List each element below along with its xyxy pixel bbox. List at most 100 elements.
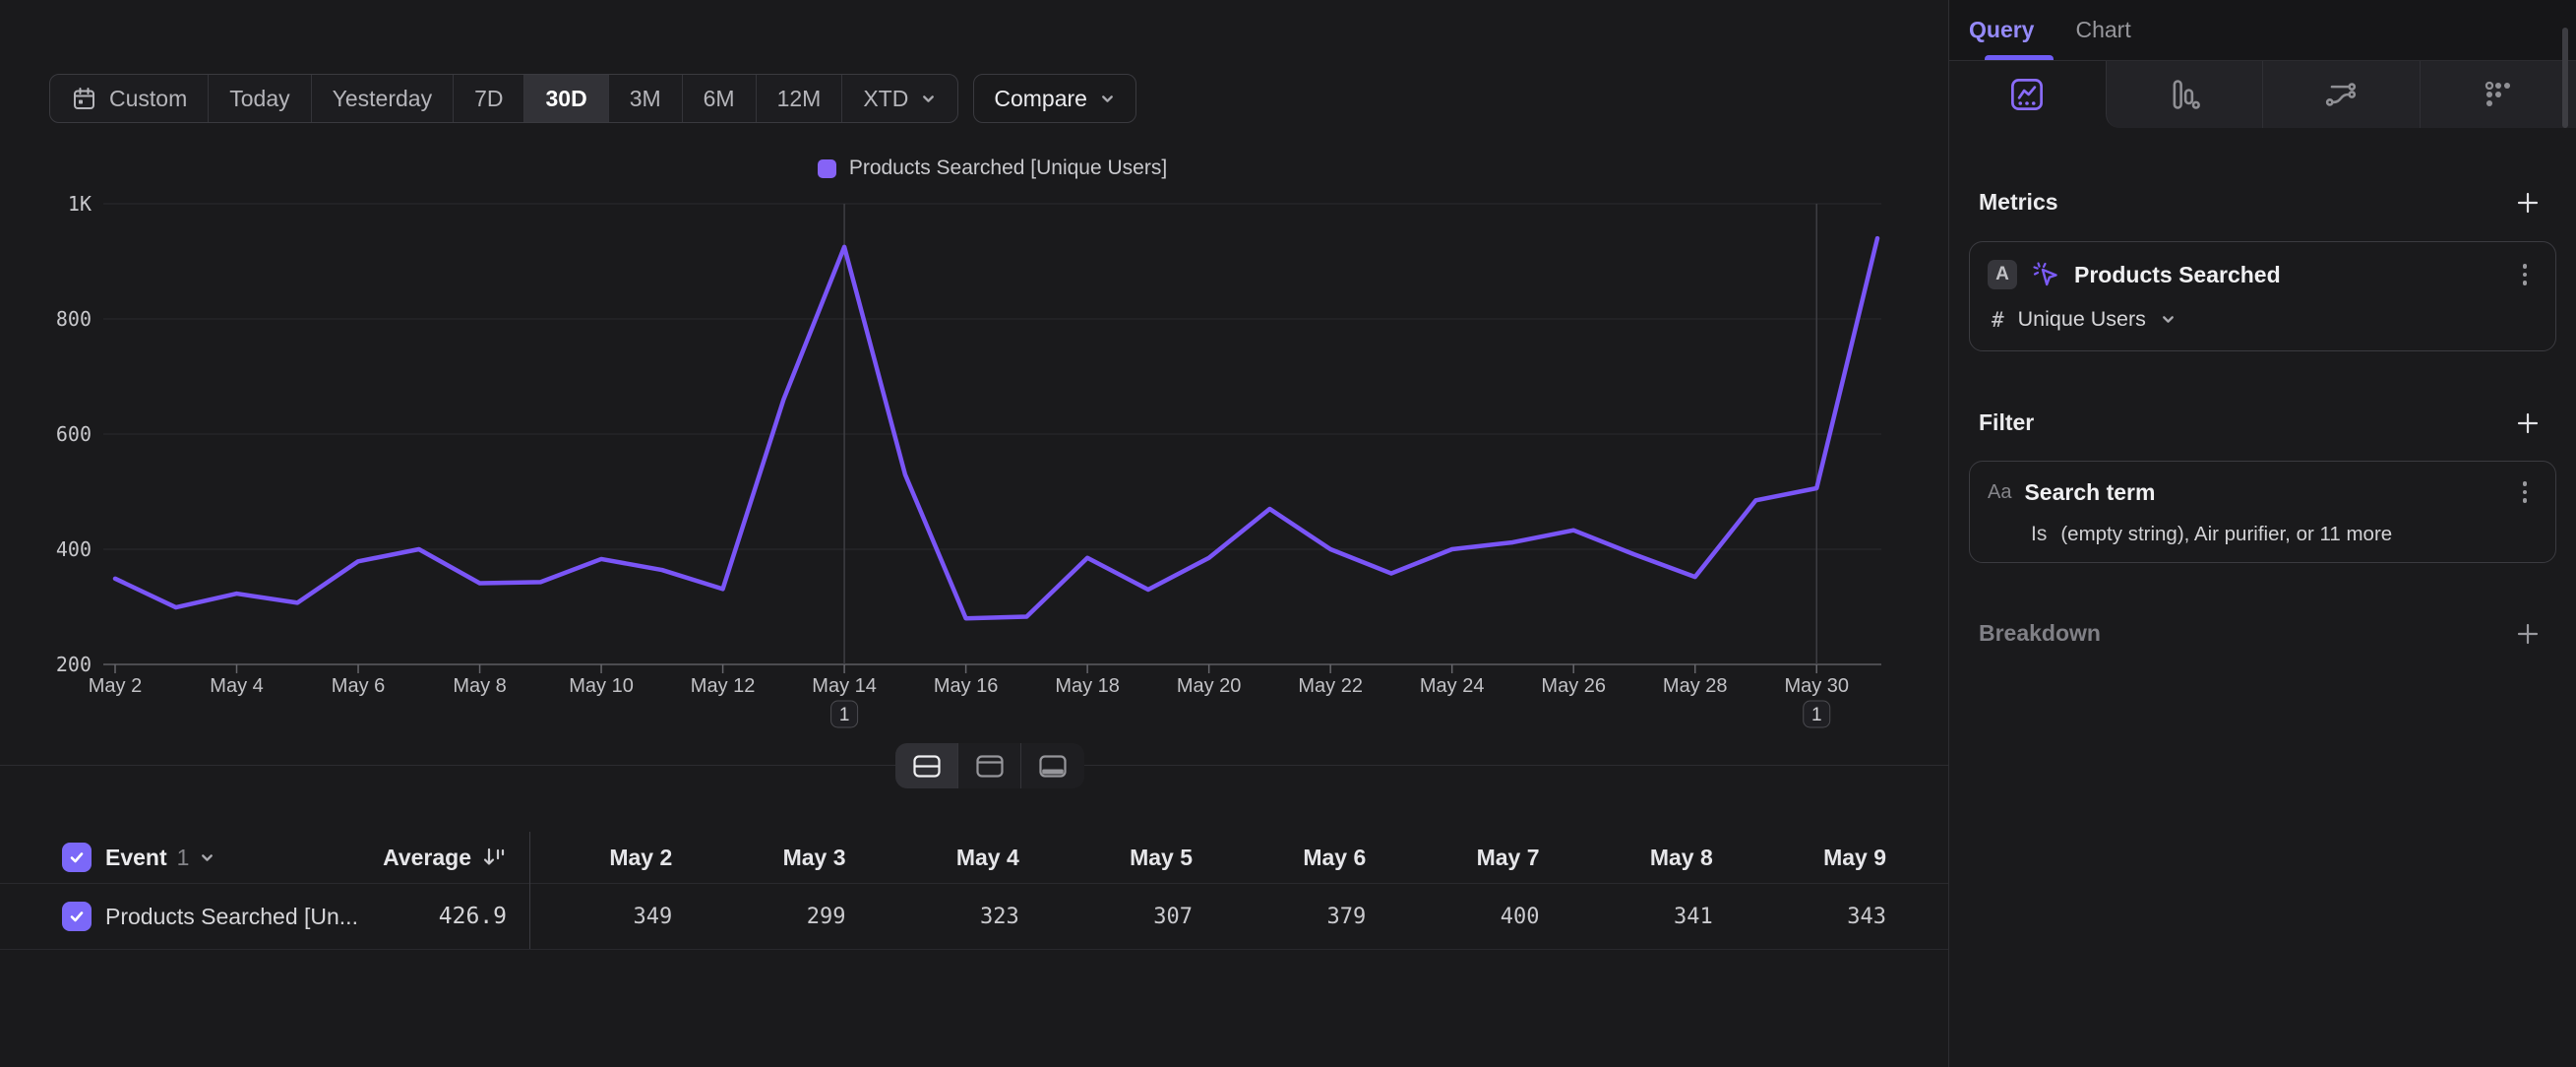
value-cell: 379 (1327, 905, 1367, 929)
layout-chart-only-button[interactable] (958, 743, 1021, 788)
date-column-header[interactable]: May 9 (1823, 845, 1886, 871)
breakdown-section-header: Breakdown (1979, 620, 2541, 647)
date-range-toolbar: Custom Today Yesterday 7D 30D 3M 6M12M XTD Comp… (49, 74, 1899, 123)
svg-text:400: 400 (56, 537, 92, 561)
tab-insights[interactable] (1949, 61, 2106, 128)
svg-text:May 10: May 10 (569, 675, 634, 697)
date-column-header[interactable]: May 5 (1130, 845, 1193, 871)
average-sort-control[interactable]: Average (246, 832, 507, 883)
value-cell: 323 (980, 905, 1019, 929)
date-value-cells: 349299323307379400341343 (530, 884, 1918, 949)
tab-chart[interactable]: Chart (2075, 0, 2130, 60)
value-cell: 343 (1847, 905, 1886, 929)
average-column-label: Average (383, 845, 471, 871)
filter-card[interactable]: Aa Search term Is (empty string), Air pu… (1969, 461, 2556, 563)
layout-table-only-button[interactable] (1021, 743, 1084, 788)
range-today-button[interactable]: Today (209, 75, 311, 122)
svg-text:May 24: May 24 (1420, 675, 1485, 697)
tab-flows[interactable] (2262, 61, 2420, 128)
add-breakdown-button[interactable] (2515, 621, 2541, 647)
svg-text:May 28: May 28 (1663, 675, 1728, 697)
range-3m-button[interactable]: 3M (609, 75, 683, 122)
svg-text:May 8: May 8 (453, 675, 506, 697)
annotation-badge[interactable]: 1 (831, 701, 858, 727)
compare-label: Compare (994, 86, 1087, 112)
range-label: 30D (545, 86, 586, 112)
range-label: Yesterday (333, 86, 432, 112)
range-label: 7D (474, 86, 503, 112)
range-6m-button[interactable]: 6M (683, 75, 757, 122)
date-column-header[interactable]: May 6 (1303, 845, 1366, 871)
date-column-header[interactable]: May 3 (783, 845, 846, 871)
filter-value: (empty string), Air purifier, or 11 more (2060, 523, 2392, 546)
range-xtd-button[interactable]: XTD (842, 75, 957, 122)
filter-kebab-menu[interactable] (2512, 479, 2538, 505)
analytics-app: Custom Today Yesterday 7D 30D 3M 6M12M XTD Comp… (0, 0, 2576, 1067)
add-filter-button[interactable] (2515, 410, 2541, 436)
row-average-value: 426.9 (439, 904, 507, 929)
chevron-down-icon (2160, 311, 2177, 328)
annotation-badge[interactable]: 1 (1804, 701, 1830, 727)
tab-query-label: Query (1969, 17, 2034, 43)
panel-scrollbar[interactable] (2562, 28, 2568, 128)
metric-card[interactable]: A Products Searched # Unique Users (1969, 241, 2556, 351)
value-cell: 307 (1153, 905, 1193, 929)
chevron-down-icon (1099, 91, 1116, 107)
range-label: Custom (109, 86, 187, 112)
tab-retention[interactable] (2420, 61, 2576, 128)
select-all-checkbox[interactable] (62, 843, 92, 872)
table-header-row: Event 1 Average May 2May 3May 4May 5May … (0, 832, 1948, 883)
svg-text:200: 200 (56, 653, 92, 676)
filter-title: Filter (1979, 409, 2034, 436)
event-count: 1 (177, 845, 190, 871)
filter-condition[interactable]: Is (empty string), Air purifier, or 11 m… (2031, 523, 2538, 546)
date-column-headers: May 2 May 3 May 4 May 5 May 6 May 7 May 8 May 9 (530, 832, 1918, 883)
check-icon (68, 848, 86, 866)
metric-kebab-menu[interactable] (2512, 262, 2538, 287)
compare-button[interactable]: Compare (973, 74, 1136, 123)
tab-query[interactable]: Query (1969, 0, 2034, 60)
line-chart[interactable]: 2004006008001KMay 2May 4May 6May 8May 10… (0, 148, 1948, 763)
date-range-group: Custom Today Yesterday 7D 30D 3M 6M12M XTD (49, 74, 958, 123)
chevron-down-icon (199, 849, 215, 866)
range-30d-button[interactable]: 30D (524, 75, 608, 122)
range-yesterday-button[interactable]: Yesterday (312, 75, 454, 122)
filter-operator: Is (2031, 523, 2047, 546)
event-click-icon (2030, 259, 2061, 290)
svg-text:May 30: May 30 (1784, 675, 1849, 697)
calendar-icon (71, 86, 97, 112)
event-selector[interactable]: Event 1 (105, 832, 215, 883)
svg-text:1: 1 (839, 705, 850, 725)
range-7d-button[interactable]: 7D (454, 75, 524, 122)
svg-text:May 18: May 18 (1055, 675, 1120, 697)
breakdown-title: Breakdown (1979, 620, 2101, 647)
svg-text:May 20: May 20 (1177, 675, 1242, 697)
svg-text:May 12: May 12 (691, 675, 756, 697)
range-custom-button[interactable]: Custom (50, 75, 209, 122)
query-panel: Query Chart (1948, 0, 2576, 1067)
date-column-header[interactable]: May 7 (1477, 845, 1540, 871)
event-label: Event (105, 845, 167, 871)
date-column-header[interactable]: May 2 (609, 845, 672, 871)
chevron-down-icon (920, 91, 937, 107)
filter-section-header: Filter (1979, 409, 2541, 436)
date-column-header[interactable]: May 4 (956, 845, 1019, 871)
layout-split-button[interactable] (895, 743, 958, 788)
svg-text:1: 1 (1811, 705, 1822, 725)
range-label: Today (229, 86, 289, 112)
date-column-header[interactable]: May 8 (1650, 845, 1713, 871)
number-prefix: # (1992, 308, 2004, 332)
retention-icon (2481, 77, 2516, 112)
svg-text:May 14: May 14 (812, 675, 877, 697)
metrics-section-header: Metrics (1979, 189, 2541, 216)
insights-icon (2009, 77, 2045, 112)
row-checkbox[interactable] (62, 902, 92, 931)
aggregation-selector[interactable]: # Unique Users (1992, 307, 2538, 332)
range-label: XTD (863, 86, 908, 112)
tab-funnels[interactable] (2106, 61, 2263, 128)
svg-text:1K: 1K (68, 192, 92, 216)
add-metric-button[interactable] (2515, 190, 2541, 216)
range-12m-button[interactable]: 12M (757, 75, 843, 122)
range-label: 3M (630, 86, 661, 112)
check-icon (68, 908, 86, 925)
